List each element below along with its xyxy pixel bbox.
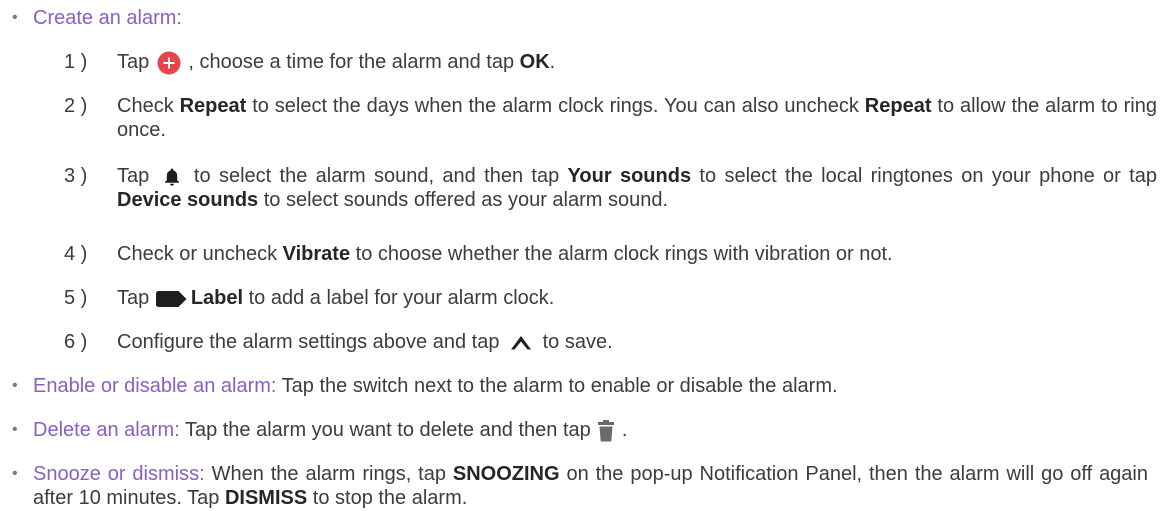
step-text: Tap , choose a time for the alarm and ta… [117,50,1157,75]
step-number: 2 ) [64,95,88,117]
step-number: 3 ) [64,165,88,187]
step-text-part: to select the days when the alarm clock … [246,95,865,117]
step-text-part: Tap [117,51,155,73]
step-number: 4 ) [64,243,88,265]
bullet-body: to stop the alarm. [307,487,468,509]
bold-term: OK [519,51,550,73]
step-text-part: . [549,51,556,73]
step-text: Check or uncheck Vibrate to choose wheth… [117,242,1157,266]
step-text: Check Repeat to select the days when the… [117,94,1157,142]
bullet-body: Tap the switch next to the alarm to enab… [276,375,838,397]
label-tag-icon [155,290,187,308]
step-text: Tap Label to add a label for your alarm … [117,286,1157,310]
bullet-dot: • [12,421,18,438]
bullet-text: Create an alarm: [33,6,1148,30]
step-text-part: Check or uncheck [117,243,283,265]
step-text-part: to add a label for your alarm clock. [243,287,555,309]
chevron-up-icon [509,334,533,352]
bullet-text: Enable or disable an alarm: Tap the swit… [33,374,1148,398]
bold-term: DISMISS [224,487,308,509]
bullet-text: Delete an alarm: Tap the alarm you want … [33,418,1148,443]
bold-term: Repeat [179,95,247,117]
step-text: Configure the alarm settings above and t… [117,330,1157,354]
bold-term: SNOOZING [452,463,560,485]
step-text-part: to select the alarm sound, and then tap [185,165,568,187]
step-text-part: to save. [537,331,613,353]
step-text-part: to select the local ringtones on your ph… [691,165,1157,187]
bullet-dot: • [12,377,18,394]
section-heading: Create an alarm [33,7,177,29]
section-heading: Enable or disable an alarm [33,375,271,397]
bullet-dot: • [12,465,18,482]
step-text: Tap to select the alarm sound, and then … [117,164,1157,212]
bullet-text: Snooze or dismiss: When the alarm rings,… [33,462,1148,510]
step-text-part: Configure the alarm settings above and t… [117,331,506,353]
bell-icon [162,167,182,187]
step-text-part: Tap [117,165,158,187]
step-text-part: to choose whether the alarm clock rings … [350,243,893,265]
document-page: • Create an alarm: 1 ) Tap , choose a ti… [0,0,1160,511]
trash-icon [596,419,616,443]
bullet-body: When the alarm rings, tap [204,463,453,485]
bold-term: Label [190,287,244,309]
heading-colon: : [176,7,182,29]
bold-term: Repeat [864,95,932,117]
bold-term: Device sounds [117,189,259,211]
step-number: 1 ) [64,51,88,73]
step-number: 6 ) [64,331,88,353]
bullet-dot: • [12,9,18,26]
step-text-part: to select sounds offered as your alarm s… [258,189,669,211]
section-heading: Snooze or dismiss [33,463,200,485]
step-number: 5 ) [64,287,88,309]
step-text-part: Check [117,95,180,117]
section-heading: Delete an alarm [33,419,175,441]
bold-term: Your sounds [567,165,692,187]
step-text-part: Tap [117,287,155,309]
bold-term: Vibrate [282,243,351,265]
add-circle-icon [157,51,181,75]
bullet-body: Tap the alarm you want to delete and the… [179,419,597,441]
bullet-body: . [616,419,628,441]
step-text-part: , choose a time for the alarm and tap [182,51,520,73]
